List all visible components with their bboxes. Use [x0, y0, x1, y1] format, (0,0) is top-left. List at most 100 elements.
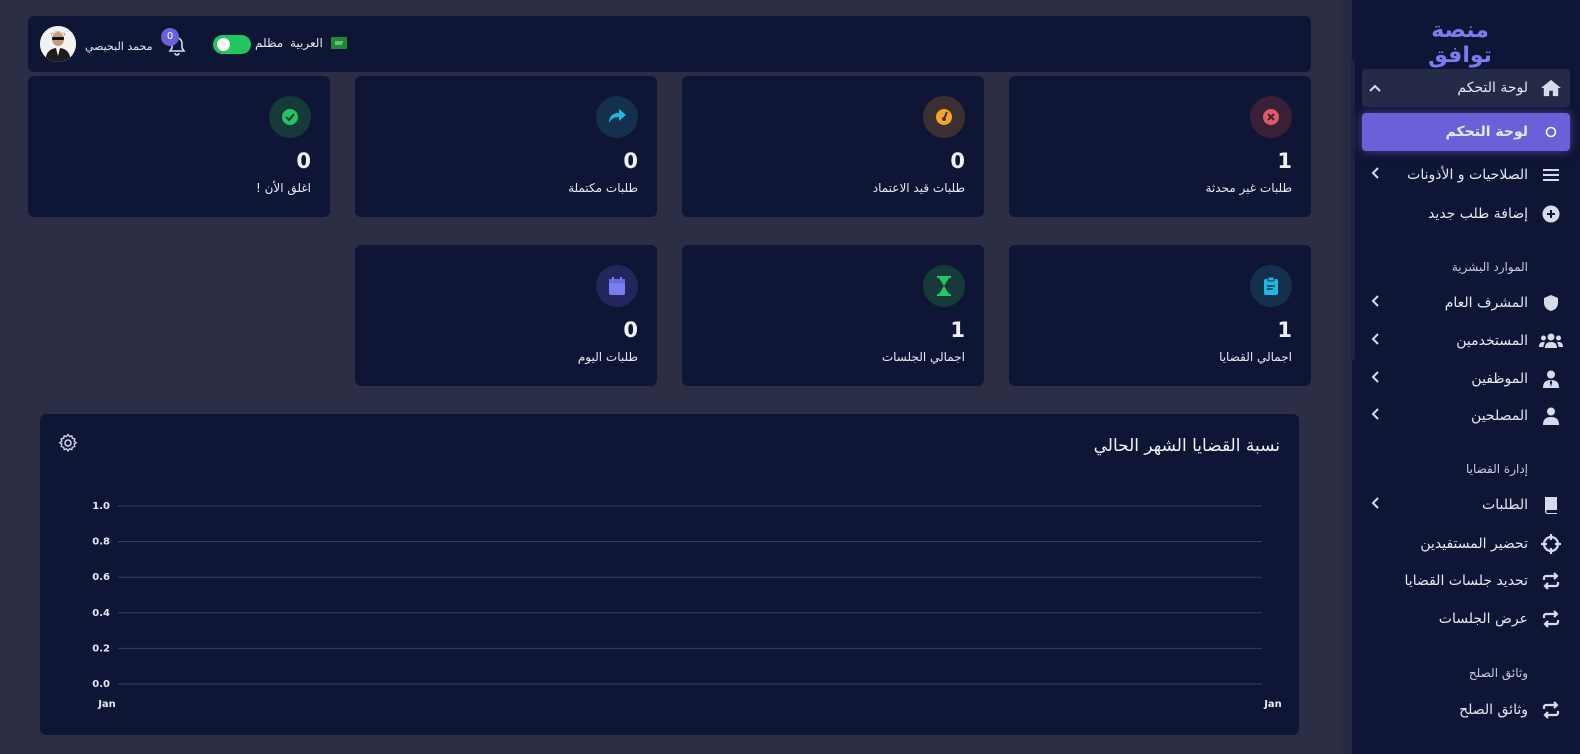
sidebar-item-label: الموظفين [1471, 371, 1528, 387]
page-scrollbar[interactable] [1341, 0, 1351, 754]
saudi-flag-icon[interactable] [331, 37, 347, 49]
hourglass-icon [923, 265, 965, 307]
cases-chart-panel: 1.0 0.8 0.6 0.4 0.2 0.0 Jan Jan نسبة القضايا ال… [40, 414, 1299, 735]
top-navbar: محمد البحيصي 0 مظلم العربية [28, 16, 1311, 72]
clipboard-icon [1250, 265, 1292, 307]
calendar-icon [596, 265, 638, 307]
sidebar-item-label: وثائق الصلح [1459, 702, 1528, 718]
sidebar: منصة توافق لوحة التحكم لوحة التحكم الصلا… [1351, 0, 1580, 754]
check-circle-icon [269, 96, 311, 138]
y-tick-label: 0.6 [92, 572, 110, 583]
stat-card-close-now[interactable]: 0 اغلق الأن ! [28, 76, 330, 217]
sidebar-item-label: الطلبات [1482, 497, 1528, 513]
menu-icon [1536, 168, 1566, 182]
theme-label: مظلم [255, 36, 284, 50]
line-chart: 1.0 0.8 0.6 0.4 0.2 0.0 Jan Jan [92, 501, 1282, 710]
stat-title: اغلق الأن ! [255, 181, 311, 195]
sidebar-item-reconciliation-docs[interactable]: وثائق الصلح [1362, 691, 1570, 729]
stat-value: 1 [1277, 149, 1292, 173]
gear-icon[interactable] [58, 433, 78, 457]
stat-title: اجمالي القضايا [1219, 350, 1292, 364]
stat-card-total-sessions[interactable]: 1 اجمالي الجلسات [682, 245, 984, 386]
stat-title: طلبات قيد الاعتماد [872, 181, 965, 195]
chevron-left-icon [1362, 371, 1388, 387]
stat-title: طلبات مكتملة [568, 181, 638, 195]
chevron-left-icon [1362, 333, 1388, 349]
stat-value: 0 [623, 149, 638, 173]
sidebar-item-mediators[interactable]: المصلحين [1362, 397, 1570, 435]
y-tick-label: 0.8 [92, 537, 110, 548]
crosshair-icon [1536, 534, 1566, 554]
sidebar-item-label: تحديد جلسات القضايا [1404, 573, 1528, 589]
sidebar-item-label: تحضير المستفيدين [1420, 536, 1528, 552]
plus-circle-icon [1536, 205, 1566, 223]
user-name[interactable]: محمد البحيصي [85, 40, 152, 53]
sidebar-scrollbar[interactable] [1351, 60, 1355, 360]
sidebar-item-label: عرض الجلسات [1438, 611, 1528, 627]
users-icon [1536, 333, 1566, 349]
x-tick-label: Jan [97, 699, 116, 710]
shield-icon [1536, 294, 1566, 312]
sidebar-item-label: لوحة التحكم [1457, 80, 1528, 96]
sidebar-item-schedule-sessions[interactable]: تحديد جلسات القضايا [1362, 562, 1570, 600]
stat-value: 0 [623, 318, 638, 342]
chevron-left-icon [1362, 295, 1388, 311]
sidebar-item-permissions[interactable]: الصلاحيات و الأذونات [1362, 156, 1570, 194]
notification-count-badge: 0 [161, 28, 179, 46]
chevron-left-icon [1362, 408, 1388, 424]
repeat-icon [1536, 572, 1566, 590]
y-tick-label: 0.0 [92, 679, 110, 690]
chevron-up-icon [1362, 80, 1388, 96]
y-tick-label: 1.0 [92, 501, 110, 512]
sidebar-item-view-sessions[interactable]: عرض الجلسات [1362, 600, 1570, 638]
y-tick-label: 0.4 [92, 608, 110, 619]
sidebar-item-add-request[interactable]: إضافة طلب جديد [1362, 195, 1570, 233]
sidebar-item-label: لوحة التحكم [1445, 124, 1528, 140]
dark-mode-toggle[interactable] [213, 35, 251, 54]
user-icon [1536, 407, 1566, 425]
repeat-icon [1536, 701, 1566, 719]
stat-title: طلبات اليوم [577, 350, 638, 364]
stat-value: 0 [950, 149, 965, 173]
stat-card-total-cases[interactable]: 1 اجمالي القضايا [1009, 245, 1311, 386]
repeat-icon [1536, 610, 1566, 628]
stat-card-today-requests[interactable]: 0 طلبات اليوم [355, 245, 657, 386]
circle-icon [1536, 126, 1566, 138]
stat-value: 1 [1277, 318, 1292, 342]
sidebar-item-employees[interactable]: الموظفين [1362, 360, 1570, 398]
sidebar-item-label: المستخدمين [1456, 333, 1528, 349]
sidebar-section-documents: وثائق الصلح [1468, 666, 1528, 680]
stat-card-outdated-requests[interactable]: 1 طلبات غير محدثة [1009, 76, 1311, 217]
stat-value: 1 [950, 318, 965, 342]
sidebar-item-beneficiaries-attendance[interactable]: تحضير المستفيدين [1362, 525, 1570, 563]
gauge-icon [923, 96, 965, 138]
sidebar-item-dashboard-group[interactable]: لوحة التحكم [1362, 69, 1570, 107]
sidebar-item-label: إضافة طلب جديد [1428, 206, 1528, 222]
user-tie-icon [1536, 370, 1566, 388]
share-icon [596, 96, 638, 138]
chevron-left-icon [1362, 497, 1388, 513]
y-tick-label: 0.2 [92, 643, 110, 654]
sidebar-item-users[interactable]: المستخدمين [1362, 322, 1570, 360]
language-selector[interactable]: العربية [290, 36, 323, 50]
sidebar-section-hr: الموارد البشرية [1451, 260, 1528, 274]
sidebar-item-super-admin[interactable]: المشرف العام [1362, 284, 1570, 322]
x-tick-label: Jan [1263, 699, 1282, 710]
chevron-left-icon [1362, 167, 1388, 183]
sidebar-item-requests[interactable]: الطلبات [1362, 486, 1570, 524]
chart-title: نسبة القضايا الشهر الحالي [1093, 436, 1280, 456]
sidebar-item-dashboard[interactable]: لوحة التحكم [1362, 113, 1570, 151]
stat-title: اجمالي الجلسات [881, 350, 965, 364]
stat-card-pending-approval[interactable]: 0 طلبات قيد الاعتماد [682, 76, 984, 217]
x-circle-icon [1250, 96, 1292, 138]
sidebar-item-label: المشرف العام [1444, 295, 1528, 311]
stat-value: 0 [296, 149, 311, 173]
brand-logo: منصة توافق [1428, 18, 1492, 68]
home-icon [1536, 79, 1566, 97]
sidebar-item-label: المصلحين [1471, 408, 1528, 424]
sidebar-section-cases: إدارة القضايا [1465, 462, 1528, 476]
stat-card-completed-requests[interactable]: 0 طلبات مكتملة [355, 76, 657, 217]
sidebar-item-label: الصلاحيات و الأذونات [1407, 167, 1528, 183]
book-icon [1536, 496, 1566, 514]
avatar[interactable] [40, 26, 76, 62]
